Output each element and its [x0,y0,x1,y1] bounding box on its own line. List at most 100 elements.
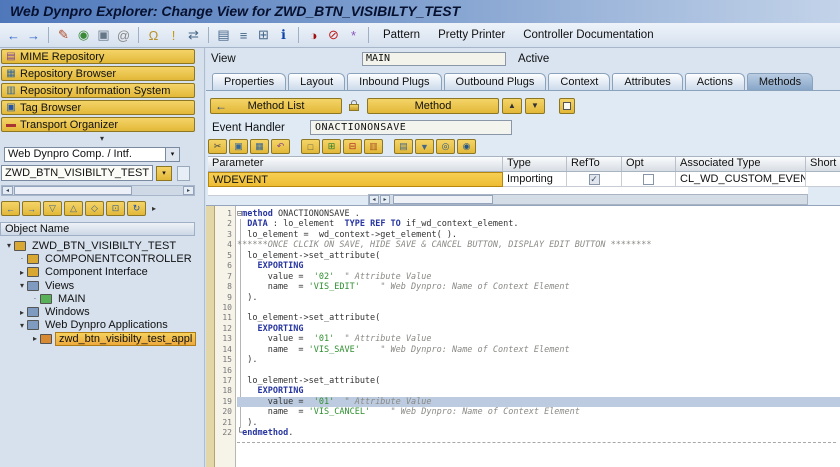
code-line-15[interactable]: ). [237,355,840,365]
tab-attributes[interactable]: Attributes [612,73,682,91]
sidebar-horizontal-scrollbar[interactable]: ◂ ▸ [1,185,195,196]
tree-item-main[interactable]: ·MAIN [0,292,204,305]
where-used-icon[interactable]: @ [114,26,133,45]
line-number-21[interactable]: 21 [215,418,235,428]
paste-icon[interactable]: ▦ [250,139,269,154]
line-number-14[interactable]: 14 [215,345,235,355]
code-line-18[interactable]: EXPORTING [237,386,840,396]
line-number-3[interactable]: 3 [215,230,235,240]
tree-expander-icon[interactable]: ▸ [17,308,27,317]
hierarchy-icon[interactable]: ▤ [214,26,233,45]
tree-item-zwd-btn-visibilty-test-appl[interactable]: ▸zwd_btn_visibilty_test_appl [0,332,204,345]
runtime-analysis-icon[interactable]: ◑ [304,26,323,45]
line-number-18[interactable]: 18 [215,386,235,396]
tag-browser-button[interactable]: ▣Tag Browser [1,100,195,115]
fullscreen-button[interactable] [559,98,575,114]
tree-expander-icon[interactable]: ▾ [17,281,27,290]
next-method-button[interactable]: ▼ [525,98,545,114]
tree-item-component-interface[interactable]: ▸Component Interface [0,266,204,279]
repository-browser-button[interactable]: ▦Repository Browser [1,66,195,81]
filter-icon[interactable]: ▽ [43,201,62,216]
line-number-2[interactable]: 2 [215,219,235,229]
line-number-22[interactable]: 22 [215,428,235,438]
display-change-icon[interactable]: ✎ [54,26,73,45]
line-number-9[interactable]: 9 [215,293,235,303]
code-line-14[interactable]: name = 'VIS_SAVE' " Web Dynpro: Name of … [237,345,840,355]
line-number-6[interactable]: 6 [215,261,235,271]
line-number-7[interactable]: 7 [215,272,235,282]
scroll-right-icon[interactable]: ▸ [380,195,390,204]
code-line-13[interactable]: value = '01' " Attribute Value [237,334,840,344]
code-line-9[interactable]: ). [237,293,840,303]
code-line-10[interactable] [237,303,840,313]
copy-icon[interactable]: ▣ [229,139,248,154]
code-line-6[interactable]: EXPORTING [237,261,840,271]
tab-actions[interactable]: Actions [685,73,745,91]
stack-icon[interactable]: ≡ [234,26,253,45]
opt-checkbox[interactable] [643,174,654,185]
opt-cell[interactable] [622,172,676,187]
favorites-icon[interactable]: ◇ [85,201,104,216]
table-row[interactable]: WDEVENTImporting✓CL_WD_CUSTOM_EVENT [208,172,840,187]
sidebar-collapse-icon[interactable]: ▾ [0,134,204,144]
toolbar-overflow-icon[interactable]: ▸ [152,204,156,213]
tab-methods[interactable]: Methods [747,73,813,91]
refresh-icon[interactable]: ↻ [127,201,146,216]
code-line-8[interactable]: name = 'VIS_EDIT' " Web Dynpro: Name of … [237,282,840,292]
table-horizontal-scrollbar[interactable]: ◂ ▸ [368,194,808,205]
type-cell[interactable]: Importing [503,172,567,187]
history-back-icon[interactable]: ← [1,201,20,216]
scroll-right-icon[interactable]: ▸ [183,186,194,195]
back-icon[interactable]: ← [4,26,23,45]
tree-expander-icon[interactable]: · [17,254,27,263]
other-object-icon[interactable]: ◉ [74,26,93,45]
wizard-icon[interactable]: * [344,26,363,45]
object-name-dropdown-icon[interactable]: ▾ [156,166,172,181]
code-line-11[interactable]: lo_element->set_attribute( [237,313,840,323]
line-number-5[interactable]: 5 [215,251,235,261]
tree-expander-icon[interactable]: ▾ [4,241,14,250]
controller-documentation-button[interactable]: Controller Documentation [514,29,662,41]
line-number-16[interactable]: 16 [215,366,235,376]
tree-item-componentcontroller[interactable]: ·COMPONENTCONTROLLER [0,252,204,265]
chevron-down-icon[interactable]: ▾ [165,148,179,161]
navigate-icon[interactable]: ⇄ [184,26,203,45]
code-area[interactable]: ⊟method ONACTIONONSAVE . DATA : lo_eleme… [237,206,840,467]
associated-type-cell[interactable]: CL_WD_CUSTOM_EVENT [676,172,806,187]
forward-icon[interactable]: → [24,26,43,45]
transport-organizer-button[interactable]: ▬Transport Organizer [1,117,195,132]
repository-information-system-button[interactable]: ▥Repository Information System [1,83,195,98]
code-line-4[interactable]: ******ONCE CLCIK ON SAVE, HIDE SAVE & CA… [237,240,840,250]
line-number-1[interactable]: 1 [215,209,235,219]
line-number-15[interactable]: 15 [215,355,235,365]
code-line-22[interactable]: └endmethod. [237,428,840,438]
code-line-12[interactable]: EXPORTING [237,324,840,334]
refto-checkbox[interactable]: ✓ [589,174,600,185]
scrollbar-thumb[interactable] [14,186,132,195]
tree-item-views[interactable]: ▾Views [0,279,204,292]
code-line-19[interactable]: value = '01' " Attribute Value [237,397,840,407]
copy-object-icon[interactable]: ▣ [94,26,113,45]
scroll-left-icon[interactable]: ◂ [2,186,13,195]
code-line-17[interactable]: lo_element->set_attribute( [237,376,840,386]
object-type-dropdown[interactable]: Web Dynpro Comp. / Intf. ▾ [4,147,180,162]
line-number-12[interactable]: 12 [215,324,235,334]
tree-expander-icon[interactable]: ▸ [30,334,40,343]
history-forward-icon[interactable]: → [22,201,41,216]
code-line-1[interactable]: ⊟method ONACTIONONSAVE . [237,209,840,219]
code-line-20[interactable]: name = 'VIS_CANCEL' " Web Dynpro: Name o… [237,407,840,417]
line-number-17[interactable]: 17 [215,376,235,386]
line-number-4[interactable]: 4 [215,240,235,250]
tree-expander-icon[interactable]: · [30,294,40,303]
line-number-20[interactable]: 20 [215,407,235,417]
tab-properties[interactable]: Properties [212,73,286,91]
tree-item-web-dynpro-applications[interactable]: ▾Web Dynpro Applications [0,319,204,332]
mime-repository-button[interactable]: ▤MIME Repository [1,49,195,64]
debugger-icon[interactable]: ⊘ [324,26,343,45]
method-button[interactable]: Method [367,98,499,114]
tab-layout[interactable]: Layout [288,73,345,91]
tab-context[interactable]: Context [548,73,610,91]
event-handler-field[interactable]: ONACTIONONSAVE [310,120,512,135]
pretty-printer-button[interactable]: Pretty Printer [429,29,514,41]
insert-line-icon[interactable]: ⊞ [322,139,341,154]
